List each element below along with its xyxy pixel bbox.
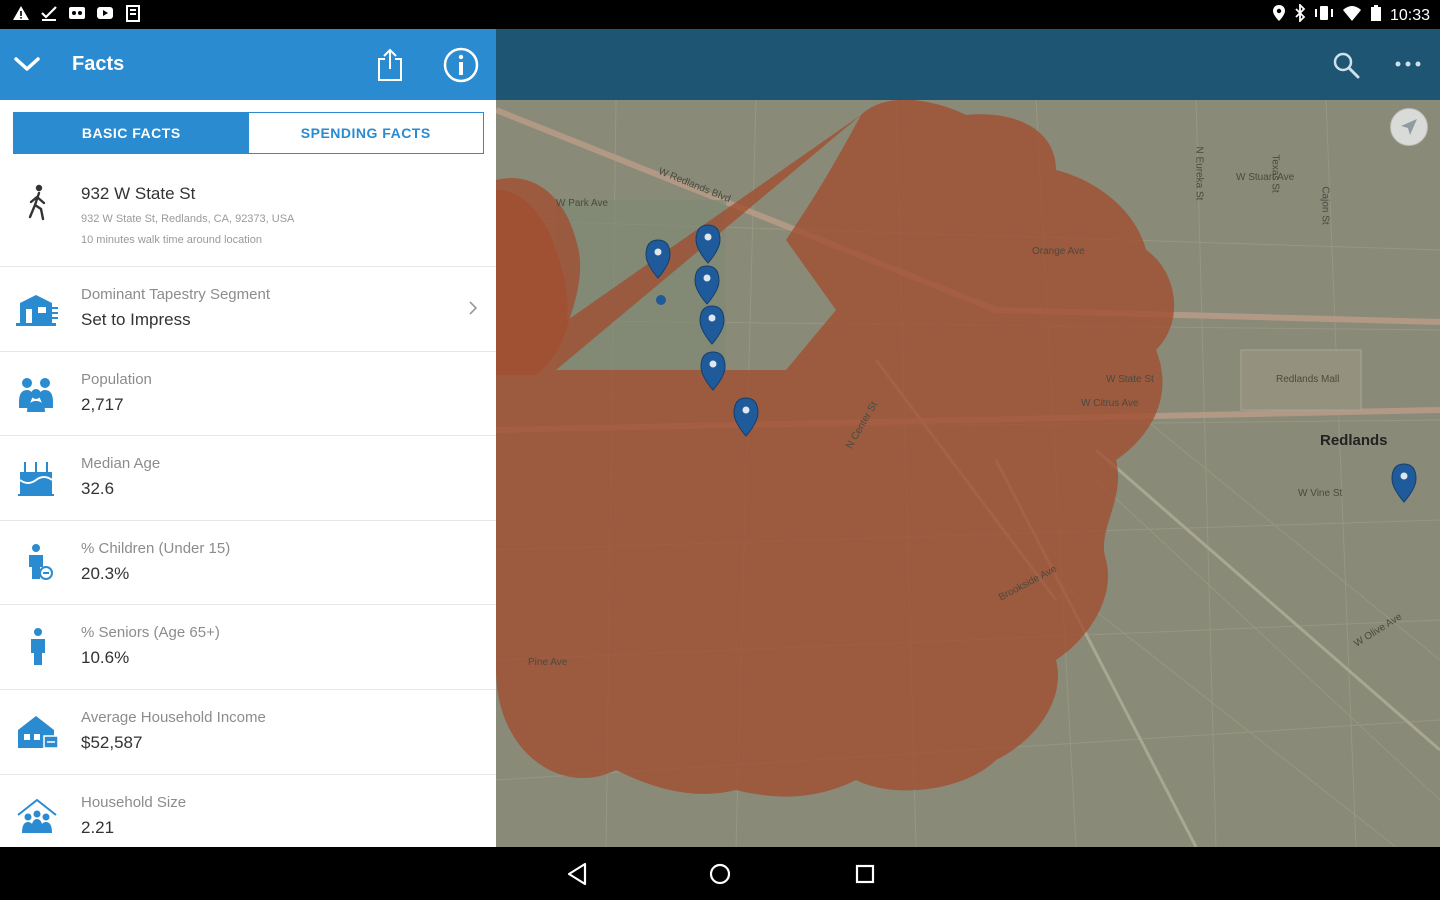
facts-panel-header: Facts <box>0 29 496 100</box>
info-icon[interactable] <box>442 46 480 84</box>
city-label: Redlands <box>1320 432 1388 449</box>
fact-row-seniors: % Seniors (Age 65+) 10.6% <box>0 605 496 690</box>
fact-label: Median Age <box>81 455 161 473</box>
building-icon <box>16 289 60 329</box>
location-icon <box>1272 4 1286 27</box>
tab-basic-facts[interactable]: BASIC FACTS <box>14 113 249 153</box>
location-summary: 932 W State St 932 W State St, Redlands,… <box>0 169 496 267</box>
fact-row-population: Population 2,717 <box>0 352 496 437</box>
battery-icon <box>1370 4 1382 27</box>
street-label: W State St <box>1106 374 1154 385</box>
fact-label: Population <box>81 370 152 388</box>
fact-label: % Children (Under 15) <box>81 539 231 557</box>
fact-label: % Seniors (Age 65+) <box>81 624 220 642</box>
map-toolbar <box>496 29 1440 100</box>
fact-row-tapestry[interactable]: Dominant Tapestry Segment Set to Impress <box>0 267 496 352</box>
page-title: Facts <box>72 53 125 75</box>
street-label: W Vine St <box>1298 488 1343 499</box>
fact-value: $52,587 <box>81 732 143 752</box>
home-icon[interactable] <box>707 861 733 887</box>
house-income-icon <box>16 712 60 752</box>
street-label: W Citrus Ave <box>1081 398 1139 409</box>
fact-row-household-income: Average Household Income $52,587 <box>0 690 496 775</box>
tab-spending-facts[interactable]: SPENDING FACTS <box>248 113 483 153</box>
voicemail-icon <box>68 4 86 22</box>
fact-label: Dominant Tapestry Segment <box>81 286 270 303</box>
fact-label: Household Size <box>81 793 187 811</box>
status-bar-time: 10:33 <box>1389 6 1430 24</box>
bluetooth-icon <box>1294 2 1306 27</box>
facts-list: Dominant Tapestry Segment Set to Impress… <box>0 267 496 847</box>
collapse-chevron-icon[interactable] <box>12 51 42 77</box>
senior-icon <box>16 627 60 667</box>
fact-value: 10.6% <box>81 648 130 668</box>
navigation-bar <box>0 847 1440 900</box>
street-label: Cajon St <box>1319 186 1331 225</box>
vibrate-icon <box>1314 4 1334 27</box>
location-description: 10 minutes walk time around location <box>81 234 262 246</box>
household-icon <box>16 797 60 837</box>
share-icon[interactable] <box>375 47 405 83</box>
compass-button[interactable] <box>1390 108 1428 146</box>
status-bar-system: 10:33 <box>1272 2 1430 27</box>
street-label: W Stuart Ave <box>1236 172 1295 183</box>
clipboard-icon <box>124 4 142 22</box>
facts-tabs: BASIC FACTS SPENDING FACTS <box>13 112 484 154</box>
street-label: Redlands Mall <box>1276 374 1340 385</box>
status-bar: 10:33 <box>0 0 1440 29</box>
location-name: 932 W State St <box>81 184 196 203</box>
more-options-icon[interactable] <box>1394 57 1422 71</box>
fact-value: 20.3% <box>81 563 130 583</box>
fact-row-household-size: Household Size 2.21 <box>0 775 496 847</box>
street-label: N Eureka St <box>1193 146 1205 201</box>
fact-value: 2.21 <box>81 817 115 837</box>
warning-icon <box>12 4 30 22</box>
fact-value: 2,717 <box>81 394 124 414</box>
facts-panel: Facts BASIC FACTS SPENDING FACTS 932 W S… <box>0 29 496 847</box>
map-canvas[interactable]: W Park Ave W Redlands Blvd W Stuart Ave … <box>496 99 1440 847</box>
birthday-cake-icon <box>16 458 60 498</box>
recents-icon[interactable] <box>852 861 878 887</box>
fact-row-median-age: Median Age 32.6 <box>0 436 496 521</box>
street-label: W Park Ave <box>556 198 609 209</box>
walking-person-icon <box>22 183 54 223</box>
street-label: Pine Ave <box>528 657 568 668</box>
download-done-icon <box>40 4 58 22</box>
street-label: Orange Ave <box>1032 246 1085 257</box>
youtube-icon <box>96 4 114 22</box>
map-view[interactable]: W Park Ave W Redlands Blvd W Stuart Ave … <box>496 29 1440 847</box>
street-label: Texas St <box>1269 154 1281 193</box>
child-icon <box>16 543 60 583</box>
fact-row-children: % Children (Under 15) 20.3% <box>0 521 496 606</box>
wifi-icon <box>1342 4 1362 27</box>
fact-value: Set to Impress <box>81 310 191 329</box>
back-icon[interactable] <box>565 861 591 887</box>
search-icon[interactable] <box>1332 51 1360 79</box>
location-address: 932 W State St, Redlands, CA, 92373, USA <box>81 213 295 225</box>
map-graphic <box>496 99 1440 847</box>
fact-value: 32.6 <box>81 479 115 499</box>
fact-label: Average Household Income <box>81 708 266 726</box>
status-bar-notifications <box>12 4 142 22</box>
people-icon <box>16 374 60 414</box>
chevron-right-icon <box>468 300 478 316</box>
